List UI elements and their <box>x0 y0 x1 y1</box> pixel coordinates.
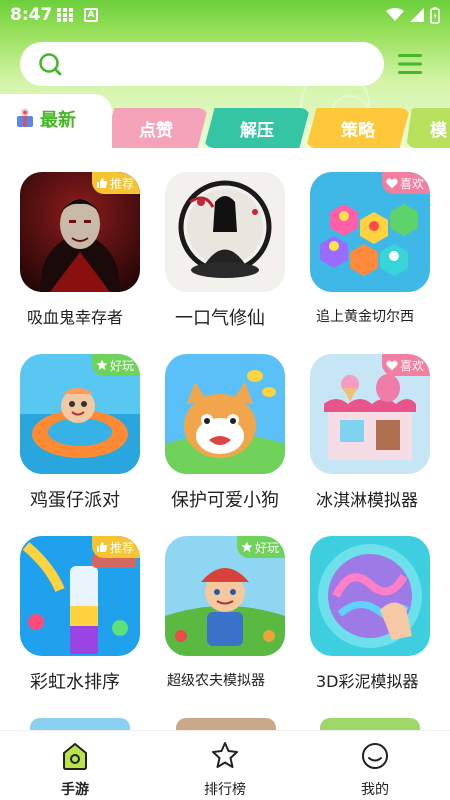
clay-artwork <box>310 536 430 656</box>
bottom-navigation: 手游 排行榜 我的 <box>0 730 450 800</box>
gift-icon <box>17 108 33 127</box>
tab-mo[interactable]: 模 <box>406 108 450 148</box>
game-thumbnail <box>165 354 285 474</box>
like-badge: 喜欢 <box>381 354 430 376</box>
nav-item-paihangbang[interactable]: 排行榜 <box>180 741 270 799</box>
gamepad-house-icon <box>63 742 87 770</box>
recommend-badge: 推荐 <box>91 536 140 558</box>
tab-label: 点赞 <box>139 120 173 141</box>
tab-label: 解压 <box>240 120 274 141</box>
apps-grid-icon <box>57 8 73 23</box>
game-title: 超级农夫模拟器 <box>167 673 265 689</box>
nav-label: 我的 <box>361 782 389 798</box>
game-title: 追上黄金切尔西 <box>316 309 414 325</box>
next-row-thumb-peek <box>30 718 130 730</box>
tab-label: 策略 <box>341 120 375 141</box>
notification-a-icon: A <box>84 8 98 22</box>
star-icon <box>96 359 108 370</box>
nav-item-wode[interactable]: 我的 <box>330 741 420 799</box>
next-row-thumb-peek <box>320 718 420 730</box>
nav-label: 排行榜 <box>204 782 246 798</box>
game-thumbnail: 好玩 <box>165 536 285 656</box>
game-card[interactable]: 好玩 鸡蛋仔派对 <box>20 354 165 534</box>
game-title: 3D彩泥模拟器 <box>316 672 419 691</box>
game-title: 鸡蛋仔派对 <box>30 490 120 511</box>
nav-item-shouyou[interactable]: 手游 <box>30 741 120 799</box>
badge-label: 喜欢 <box>399 176 424 191</box>
status-indicators <box>386 6 440 24</box>
game-title: 冰淇淋模拟器 <box>316 491 418 511</box>
tab-label: 最新 <box>40 110 76 131</box>
game-card[interactable]: 推荐 彩虹水排序 <box>20 536 165 716</box>
next-row-thumb-peek <box>176 718 276 730</box>
status-bar: 8:47 A <box>0 0 450 30</box>
badge-label: 喜欢 <box>399 358 424 373</box>
heart-icon <box>386 360 398 370</box>
badge-label: 推荐 <box>109 176 134 191</box>
status-time: 8:47 <box>10 5 53 25</box>
battery-icon <box>430 6 440 24</box>
wifi-icon <box>386 8 404 21</box>
game-thumbnail: 好玩 <box>20 354 140 474</box>
category-tabs: 点赞 解压 策略 模 最新 <box>0 94 450 150</box>
game-card[interactable]: 推荐 吸血鬼幸存者 <box>20 172 165 352</box>
game-thumbnail: 喜欢 <box>310 172 430 292</box>
game-thumbnail: 喜欢 <box>310 354 430 474</box>
game-title: 保护可爱小狗 <box>171 490 279 511</box>
game-card[interactable]: 3D彩泥模拟器 <box>310 536 450 716</box>
fun-badge: 好玩 <box>236 536 285 558</box>
game-title: 一口气修仙 <box>175 308 265 329</box>
tab-label: 模 <box>430 120 447 141</box>
smile-face-icon <box>362 743 388 769</box>
puppy-artwork <box>165 354 285 474</box>
nav-label: 手游 <box>61 782 89 798</box>
tab-celue[interactable]: 策略 <box>306 108 410 148</box>
badge-label: 好玩 <box>254 540 279 555</box>
search-bar[interactable] <box>20 42 384 86</box>
tab-dianzan[interactable]: 点赞 <box>104 108 208 148</box>
like-badge: 喜欢 <box>381 172 430 194</box>
game-card[interactable]: 保护可爱小狗 <box>165 354 310 534</box>
signal-icon <box>410 8 424 22</box>
game-card[interactable]: 一口气修仙 <box>165 172 310 352</box>
menu-icon[interactable] <box>396 52 424 76</box>
fun-badge: 好玩 <box>91 354 140 376</box>
recommend-badge: 推荐 <box>91 172 140 194</box>
game-thumbnail: 推荐 <box>20 536 140 656</box>
search-icon <box>39 53 62 76</box>
star-trophy-icon <box>212 742 238 768</box>
badge-label: 好玩 <box>109 358 134 373</box>
badge-label: 推荐 <box>109 540 134 555</box>
heart-icon <box>386 178 398 188</box>
tab-zuixin[interactable]: 最新 <box>0 94 112 150</box>
game-card[interactable]: 好玩 超级农夫模拟器 <box>165 536 310 716</box>
game-title: 彩虹水排序 <box>30 672 120 693</box>
thumbs-up-icon <box>96 542 108 552</box>
game-title: 吸血鬼幸存者 <box>27 308 124 327</box>
game-card[interactable]: 喜欢 冰淇淋模拟器 <box>310 354 450 534</box>
game-thumbnail: 推荐 <box>20 172 140 292</box>
game-grid: 推荐 吸血鬼幸存者 一口气修仙 喜欢 追上黄金切尔西 好玩 鸡蛋仔派对 保护可爱… <box>0 150 450 730</box>
game-thumbnail <box>310 536 430 656</box>
star-icon <box>241 541 253 552</box>
game-card[interactable]: 喜欢 追上黄金切尔西 <box>310 172 450 352</box>
xiuxian-artwork <box>165 172 285 292</box>
thumbs-up-icon <box>96 178 108 188</box>
game-thumbnail <box>165 172 285 292</box>
tab-jieya[interactable]: 解压 <box>204 108 310 148</box>
